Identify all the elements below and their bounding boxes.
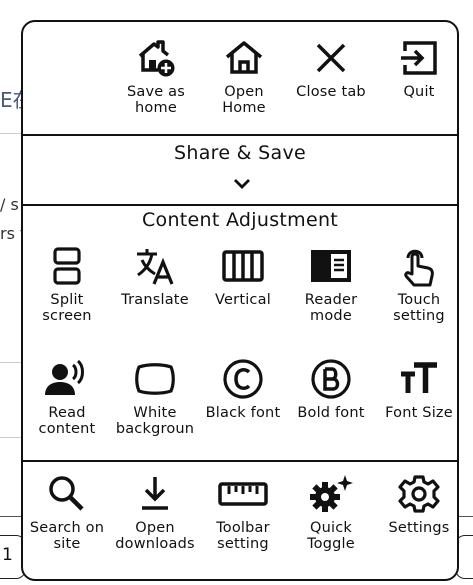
tab-count: 1 [2, 545, 13, 565]
speak-icon [23, 357, 111, 401]
exit-icon [375, 36, 457, 80]
share-save-section[interactable]: Share & Save [23, 136, 457, 204]
settings-button[interactable]: Settings [375, 472, 457, 536]
download-icon [111, 472, 199, 516]
white-background-button[interactable]: White backgroun [111, 357, 199, 437]
section-divider [23, 204, 457, 206]
background-divider [0, 133, 22, 134]
settings-icon [375, 472, 457, 516]
font-size-icon [375, 357, 457, 401]
search-on-site-button[interactable]: Search on site [23, 472, 111, 552]
split-screen-icon [23, 244, 111, 288]
save-as-home-button[interactable]: Save as home [112, 36, 200, 116]
gear-sparkle-icon [287, 472, 375, 516]
vertical-icon [199, 244, 287, 288]
reader-mode-label: Reader mode [304, 292, 358, 324]
chevron-down-icon[interactable] [232, 176, 252, 195]
share-save-title: Share & Save [174, 142, 306, 164]
open-home-button[interactable]: Open Home [200, 36, 288, 116]
home-add-icon [112, 36, 200, 80]
font-size-button[interactable]: Font Size [375, 357, 457, 421]
touch-setting-label: Touch setting [393, 292, 445, 324]
black-font-icon [199, 357, 287, 401]
split-screen-button[interactable]: Split screen [23, 244, 111, 324]
read-content-button[interactable]: Read content [23, 357, 111, 437]
translate-button[interactable]: Translate [111, 244, 199, 308]
open-home-label: Open Home [222, 84, 266, 116]
white-background-icon [111, 357, 199, 401]
home-icon [200, 36, 288, 80]
close-tab-button[interactable]: Close tab [287, 36, 375, 100]
reader-mode-icon [287, 244, 375, 288]
black-font-button[interactable]: Black font [199, 357, 287, 421]
read-content-label: Read content [38, 405, 96, 437]
save-as-home-label: Save as home [126, 84, 186, 116]
quit-button[interactable]: Quit [375, 36, 457, 100]
touch-setting-button[interactable]: Touch setting [375, 244, 457, 324]
popup-menu: Save as home Open Home Close tab Quit Sh… [21, 20, 459, 581]
split-screen-label: Split screen [42, 292, 92, 324]
close-tab-label: Close tab [296, 84, 366, 100]
content-adjustment-title: Content Adjustment [141, 209, 339, 231]
white-background-label: White backgroun [115, 405, 195, 437]
quit-label: Quit [403, 84, 435, 100]
reader-mode-button[interactable]: Reader mode [287, 244, 375, 324]
quick-toggle-label: Quick Toggle [307, 520, 355, 552]
background-divider [0, 437, 22, 438]
background-text: / s [0, 195, 19, 214]
touch-icon [375, 244, 457, 288]
font-size-label: Font Size [385, 405, 453, 421]
search-on-site-label: Search on site [29, 520, 105, 552]
background-divider [0, 362, 22, 363]
toolbar-setting-button[interactable]: Toolbar setting [199, 472, 287, 552]
bold-font-button[interactable]: Bold font [287, 357, 375, 421]
open-downloads-button[interactable]: Open downloads [111, 472, 199, 552]
black-font-label: Black font [205, 405, 281, 421]
search-icon [23, 472, 111, 516]
toolbar-setting-label: Toolbar setting [216, 520, 270, 552]
open-downloads-label: Open downloads [115, 520, 195, 552]
bold-font-icon [287, 357, 375, 401]
vertical-label: Vertical [215, 292, 271, 308]
vertical-button[interactable]: Vertical [199, 244, 287, 308]
settings-label: Settings [388, 520, 450, 536]
quick-toggle-button[interactable]: Quick Toggle [287, 472, 375, 552]
ruler-icon [199, 472, 287, 516]
translate-label: Translate [121, 292, 189, 308]
close-icon [287, 36, 375, 80]
section-divider [23, 460, 457, 462]
bold-font-label: Bold font [297, 405, 365, 421]
translate-icon [111, 244, 199, 288]
